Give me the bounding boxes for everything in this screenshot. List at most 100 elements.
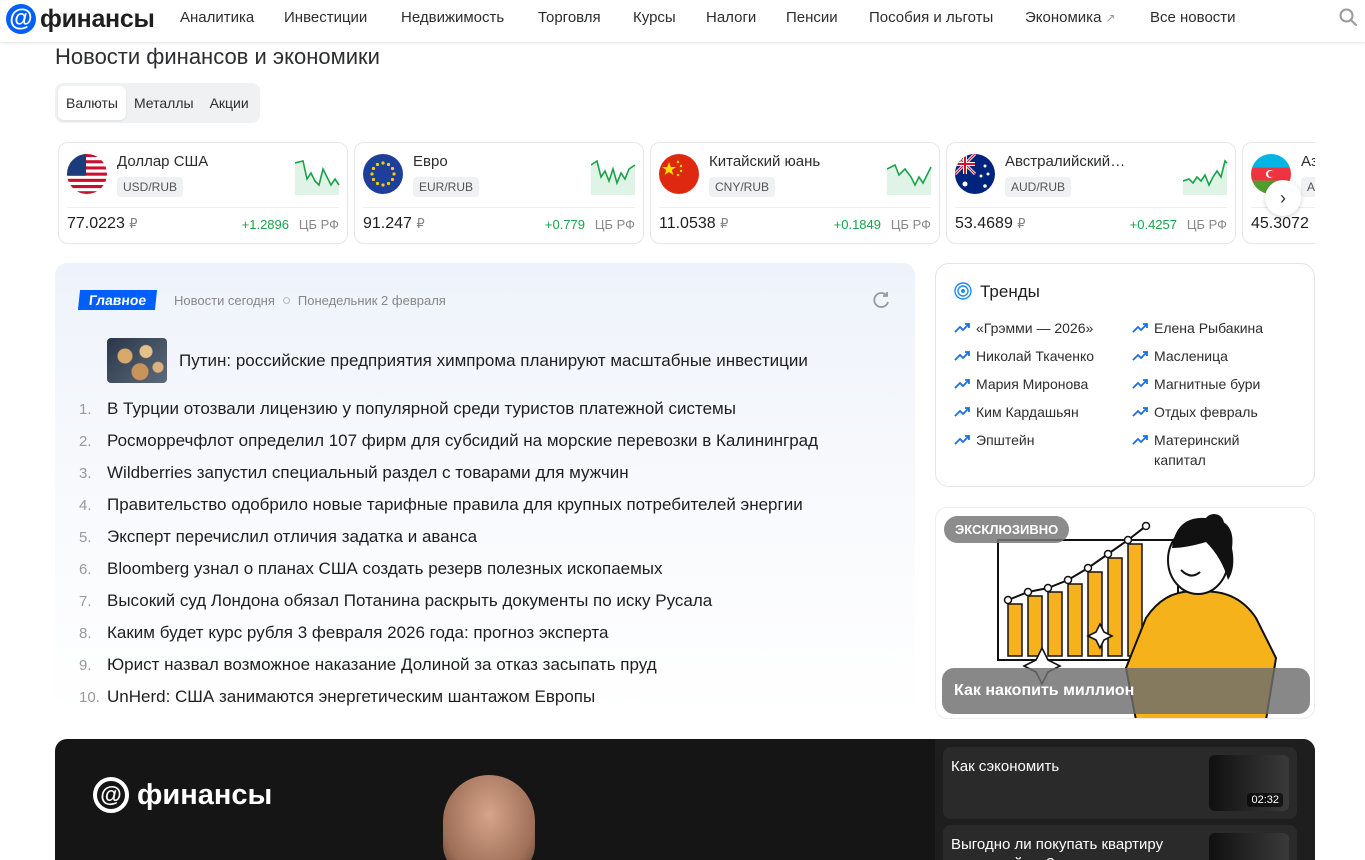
sparkline-chart	[591, 159, 636, 195]
news-item[interactable]: 1. В Турции отозвали лицензию у популярно…	[79, 393, 818, 425]
news-today-link[interactable]: Новости сегодня	[174, 293, 275, 308]
nav-investments[interactable]: Инвестиции	[284, 9, 367, 26]
playlist-item[interactable]: Выгодно ли покупать квартиру прямо сейча…	[943, 825, 1297, 860]
nav-analytics[interactable]: Аналитика	[180, 9, 254, 26]
currency-pair: CNY/RUB	[709, 177, 776, 197]
video-playlist: Как сэкономить 02:32 Выгодно ли покупать…	[935, 739, 1315, 860]
lead-news[interactable]: Путин: российские предприятия химпрома п…	[107, 338, 808, 383]
trend-item[interactable]: Отдых февраль	[1132, 402, 1258, 422]
currency-pair: USD/RUB	[117, 177, 184, 197]
trend-up-icon	[1132, 435, 1148, 445]
currency-name: Австралийский…	[1005, 153, 1126, 170]
promo-card[interactable]: ЭКСКЛЮЗИВНО Как накопить миллион	[935, 507, 1315, 719]
currency-card-cny[interactable]: Китайский юань CNY/RUB 11.0538 ₽ +0.1849…	[650, 142, 940, 244]
news-number: 5.	[79, 528, 92, 546]
at-logo-icon: @	[93, 777, 129, 813]
trend-item[interactable]: Материнский капитал	[1132, 430, 1272, 470]
tab-metals[interactable]: Металлы	[126, 86, 202, 120]
currency-value: 91.247 ₽	[363, 215, 425, 233]
currency-pair: AUD/RUB	[1005, 177, 1072, 197]
trend-up-icon	[954, 407, 970, 417]
trend-item[interactable]: «Грэмми — 2026»	[954, 318, 1093, 338]
video-block[interactable]: @ финансы Как сэкономить 02:32 Выгодно л…	[55, 739, 1315, 860]
nav-taxes[interactable]: Налоги	[706, 9, 756, 26]
trend-item[interactable]: Николай Ткаченко	[954, 346, 1094, 366]
news-item[interactable]: 10. UnHerd: США занимаются энергетическим…	[79, 681, 818, 713]
sparkline-chart	[887, 163, 932, 195]
news-item[interactable]: 8. Каким будет курс рубля 3 февраля 2026 …	[79, 617, 818, 649]
us-flag-icon	[67, 154, 107, 194]
currency-cards: Доллар США USD/RUB 77.0223 ₽ +1.2896 ЦБ …	[58, 142, 1315, 244]
site-logo[interactable]: @ финансы	[6, 4, 155, 34]
news-title: Bloomberg узнал о планах США создать рез…	[107, 559, 663, 578]
main-badge: Главное	[77, 290, 158, 310]
nav-benefits[interactable]: Пособия и льготы	[869, 9, 993, 26]
nav-economy-label: Экономика	[1025, 9, 1102, 26]
card-divider	[955, 207, 1227, 208]
nav-trade[interactable]: Торговля	[538, 9, 601, 26]
news-item[interactable]: 7. Высокий суд Лондона обязал Потанина ра…	[79, 585, 818, 617]
nav-pensions[interactable]: Пенсии	[786, 9, 838, 26]
currency-source: ЦБ РФ	[890, 217, 931, 232]
search-icon[interactable]	[1338, 7, 1358, 27]
video-logo: @ финансы	[93, 777, 272, 813]
trend-up-icon	[1132, 323, 1148, 333]
news-item[interactable]: 5. Эксперт перечислил отличия задатка и а…	[79, 521, 818, 553]
trend-item[interactable]: Магнитные бури	[1132, 374, 1260, 394]
currency-change: +0.779	[544, 217, 585, 232]
tab-currencies[interactable]: Валюты	[58, 86, 126, 120]
playlist-thumbnail	[1209, 833, 1289, 860]
trend-label: Материнский капитал	[1154, 432, 1240, 468]
currency-source: ЦБ РФ	[1186, 217, 1227, 232]
news-number: 7.	[79, 592, 92, 610]
nav-economy[interactable]: Экономика ↗	[1025, 9, 1115, 26]
news-number: 10.	[79, 688, 100, 706]
currency-value: 45.3072	[1251, 215, 1309, 233]
tab-stocks[interactable]: Акции	[202, 86, 257, 120]
trend-label: Ким Кардашьян	[976, 404, 1079, 420]
currency-name: Аз	[1301, 153, 1315, 170]
currency-source: ЦБ РФ	[594, 217, 635, 232]
trend-item[interactable]: Елена Рыбакина	[1132, 318, 1263, 338]
chevron-right-icon[interactable]: ›	[1265, 180, 1301, 216]
news-item[interactable]: 2. Росморречфлот определил 107 фирм для с…	[79, 425, 818, 457]
news-number: 6.	[79, 560, 92, 578]
trend-item[interactable]: Масленица	[1132, 346, 1228, 366]
trend-up-icon	[954, 323, 970, 333]
news-item[interactable]: 3. Wildberries запустил специальный разде…	[79, 457, 818, 489]
news-item[interactable]: 4. Правительство одобрило новые тарифные …	[79, 489, 818, 521]
playlist-thumbnail: 02:32	[1209, 755, 1289, 811]
refresh-icon[interactable]	[870, 289, 892, 311]
currency-card-eur[interactable]: Евро EUR/RUB 91.247 ₽ +0.779 ЦБ РФ	[354, 142, 644, 244]
nav-realestate[interactable]: Недвижимость	[401, 9, 504, 26]
currency-card-usd[interactable]: Доллар США USD/RUB 77.0223 ₽ +1.2896 ЦБ …	[58, 142, 348, 244]
currency-value-number: 45.3072	[1251, 215, 1309, 232]
dot-separator-icon	[282, 297, 290, 304]
news-date: Понедельник 2 февраля	[297, 293, 446, 308]
trend-item[interactable]: Ким Кардашьян	[954, 402, 1079, 422]
news-title: Росморречфлот определил 107 фирм для суб…	[107, 431, 819, 450]
currency-pair: A	[1301, 177, 1315, 197]
trend-label: Елена Рыбакина	[1154, 320, 1264, 336]
trend-item[interactable]: Эпштейн	[954, 430, 1034, 450]
currency-value-number: 53.4689	[955, 215, 1013, 232]
currency-card-aud[interactable]: Австралийский… AUD/RUB 53.4689 ₽ +0.4257…	[946, 142, 1236, 244]
playlist-item-title: Выгодно ли покупать квартиру прямо сейча…	[951, 836, 1164, 860]
trend-label: Мария Миронова	[976, 376, 1089, 392]
promo-caption: Как накопить миллион	[942, 668, 1310, 714]
playlist-item[interactable]: Как сэкономить 02:32	[943, 747, 1297, 819]
currency-value: 11.0538 ₽	[659, 215, 728, 233]
video-duration: 02:32	[1247, 793, 1283, 807]
nav-rates[interactable]: Курсы	[633, 9, 676, 26]
nav-all-news[interactable]: Все новости	[1150, 9, 1236, 26]
news-number: 1.	[79, 400, 92, 418]
currency-value-number: 77.0223	[67, 215, 125, 232]
trends-icon	[954, 282, 972, 300]
trend-label: Николай Ткаченко	[976, 348, 1095, 364]
trend-item[interactable]: Мария Миронова	[954, 374, 1088, 394]
card-divider	[67, 207, 339, 208]
news-list: 1. В Турции отозвали лицензию у популярно…	[79, 393, 818, 713]
news-item[interactable]: 6. Bloomberg узнал о планах США создать р…	[79, 553, 818, 585]
news-item[interactable]: 9. Юрист назвал возможное наказание Долин…	[79, 649, 818, 681]
currency-value-number: 91.247	[363, 215, 412, 232]
